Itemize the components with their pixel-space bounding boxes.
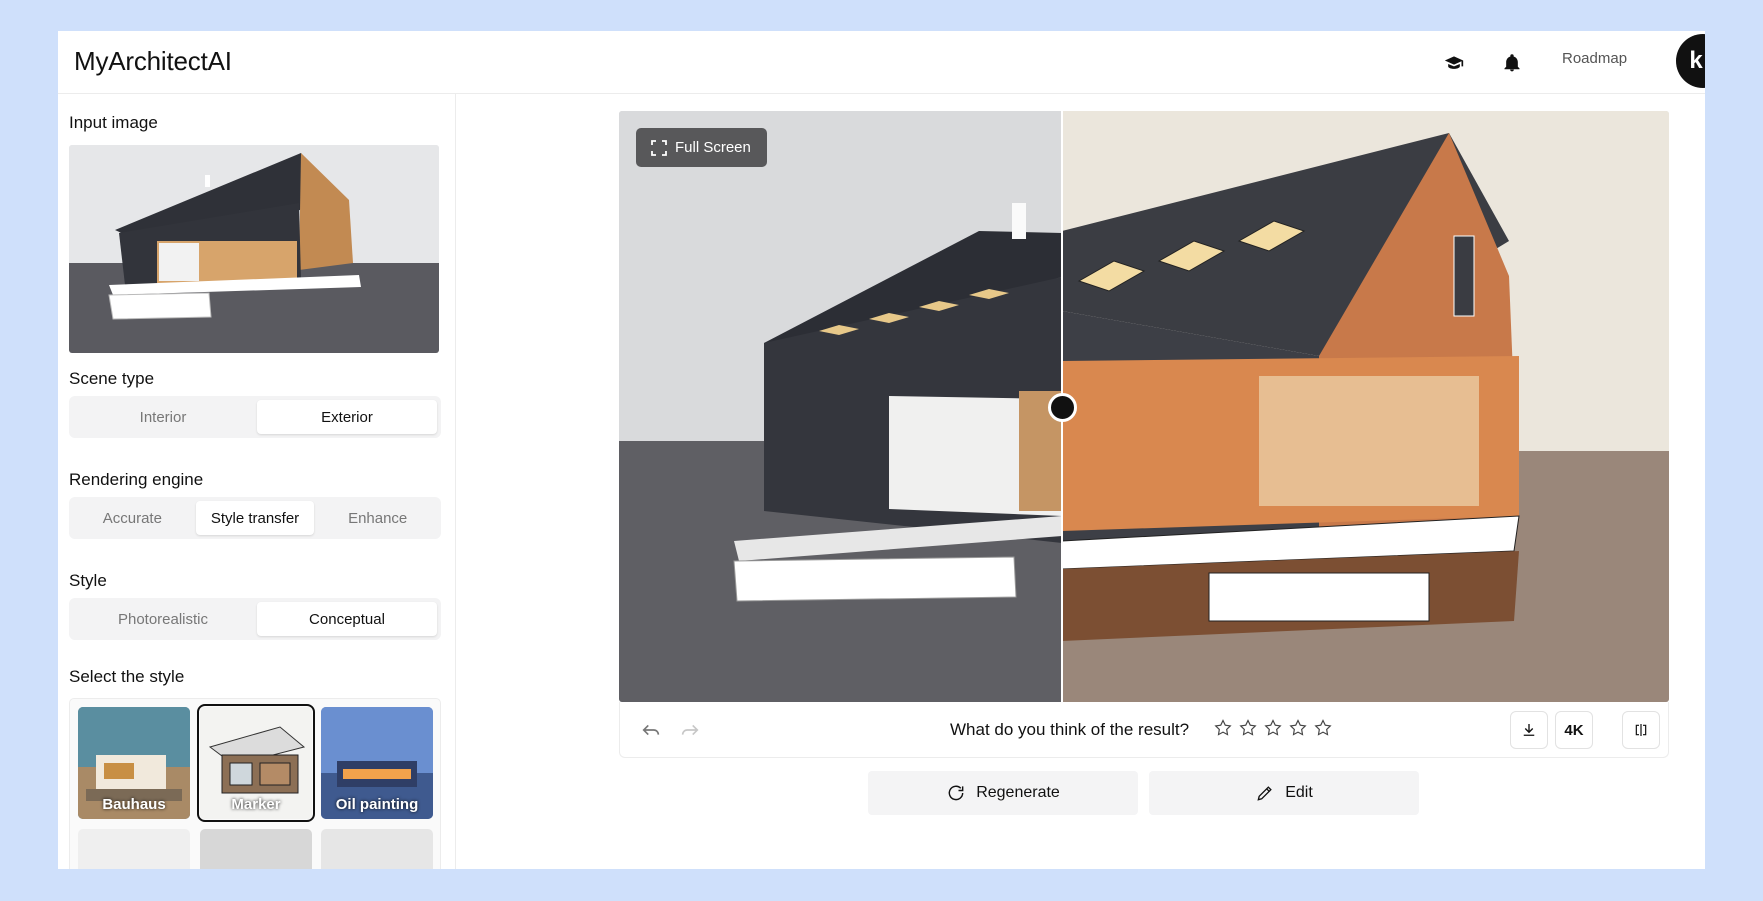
star-icon[interactable] bbox=[1288, 718, 1308, 738]
compare-toggle-button[interactable] bbox=[1622, 711, 1660, 749]
style-grid: Bauhaus Marker Oil painting bbox=[69, 698, 441, 869]
engine-enhance[interactable]: Enhance bbox=[318, 501, 437, 535]
select-style-label: Select the style bbox=[69, 667, 185, 686]
engine-style-transfer[interactable]: Style transfer bbox=[195, 501, 315, 535]
style-card-marker[interactable]: Marker bbox=[197, 704, 315, 822]
style-conceptual[interactable]: Conceptual bbox=[257, 602, 437, 636]
scene-type-interior[interactable]: Interior bbox=[73, 400, 253, 434]
style-card-label: Oil painting bbox=[335, 796, 419, 813]
rendering-engine-label: Rendering engine bbox=[69, 470, 204, 489]
style-photorealistic[interactable]: Photorealistic bbox=[73, 602, 253, 636]
scene-type-toggle: Interior Exterior bbox=[69, 396, 441, 438]
style-card-sketch[interactable] bbox=[78, 829, 190, 869]
avatar[interactable]: k bbox=[1676, 34, 1705, 88]
scene-type-exterior[interactable]: Exterior bbox=[257, 400, 437, 434]
fullscreen-label: Full Screen bbox=[675, 139, 751, 156]
upscale-4k-button[interactable]: 4K bbox=[1555, 711, 1593, 749]
app-logo-title[interactable]: MyArchitectAI bbox=[74, 46, 232, 77]
regenerate-label: Regenerate bbox=[976, 784, 1060, 801]
edit-label: Edit bbox=[1285, 784, 1313, 801]
download-button[interactable] bbox=[1510, 711, 1548, 749]
scene-type-label: Scene type bbox=[69, 369, 155, 388]
bell-icon[interactable] bbox=[1498, 49, 1526, 77]
split-view-icon bbox=[1635, 724, 1647, 736]
rendering-engine-toggle: Accurate Style transfer Enhance bbox=[69, 497, 441, 539]
edit-button[interactable]: Edit bbox=[1149, 771, 1419, 815]
input-image-label: Input image bbox=[69, 113, 158, 132]
star-icon[interactable] bbox=[1313, 718, 1333, 738]
star-icon[interactable] bbox=[1213, 718, 1233, 738]
comparison-slider-handle[interactable] bbox=[1048, 393, 1077, 422]
render-comparison-image bbox=[619, 111, 1669, 702]
style-card-label: Bauhaus bbox=[102, 796, 166, 813]
download-icon bbox=[1523, 724, 1535, 736]
app-window: MyArchitectAI Roadmap k Input image Scen… bbox=[58, 31, 1705, 869]
style-card-pencil[interactable] bbox=[321, 829, 433, 869]
feedback-question: What do you think of the result? bbox=[950, 720, 1190, 739]
pencil-icon bbox=[1257, 786, 1272, 801]
input-image-thumbnail[interactable] bbox=[69, 145, 439, 353]
graduation-cap-icon[interactable] bbox=[1440, 49, 1468, 77]
expand-icon bbox=[651, 139, 667, 156]
feedback-bar: What do you think of the result? 4K bbox=[619, 702, 1669, 758]
refresh-icon bbox=[948, 785, 964, 801]
redo-icon[interactable] bbox=[677, 718, 703, 742]
style-label: Style bbox=[69, 571, 107, 590]
roadmap-link[interactable]: Roadmap bbox=[1562, 50, 1627, 67]
before-after-viewer[interactable]: Full Screen bbox=[619, 111, 1669, 702]
rating-stars bbox=[1213, 718, 1333, 738]
fullscreen-button[interactable]: Full Screen bbox=[636, 128, 767, 167]
style-card-bauhaus[interactable]: Bauhaus bbox=[78, 707, 190, 819]
style-card-label: Marker bbox=[231, 796, 281, 813]
style-card-clay[interactable] bbox=[200, 829, 312, 869]
regenerate-button[interactable]: Regenerate bbox=[868, 771, 1138, 815]
engine-accurate[interactable]: Accurate bbox=[73, 501, 192, 535]
top-header: MyArchitectAI Roadmap k bbox=[58, 31, 1705, 94]
star-icon[interactable] bbox=[1263, 718, 1283, 738]
star-icon[interactable] bbox=[1238, 718, 1258, 738]
settings-sidebar: Input image Scene type Interior Exterior… bbox=[58, 94, 456, 869]
undo-icon[interactable] bbox=[638, 718, 664, 742]
style-card-oil-painting[interactable]: Oil painting bbox=[321, 707, 433, 819]
style-toggle: Photorealistic Conceptual bbox=[69, 598, 441, 640]
